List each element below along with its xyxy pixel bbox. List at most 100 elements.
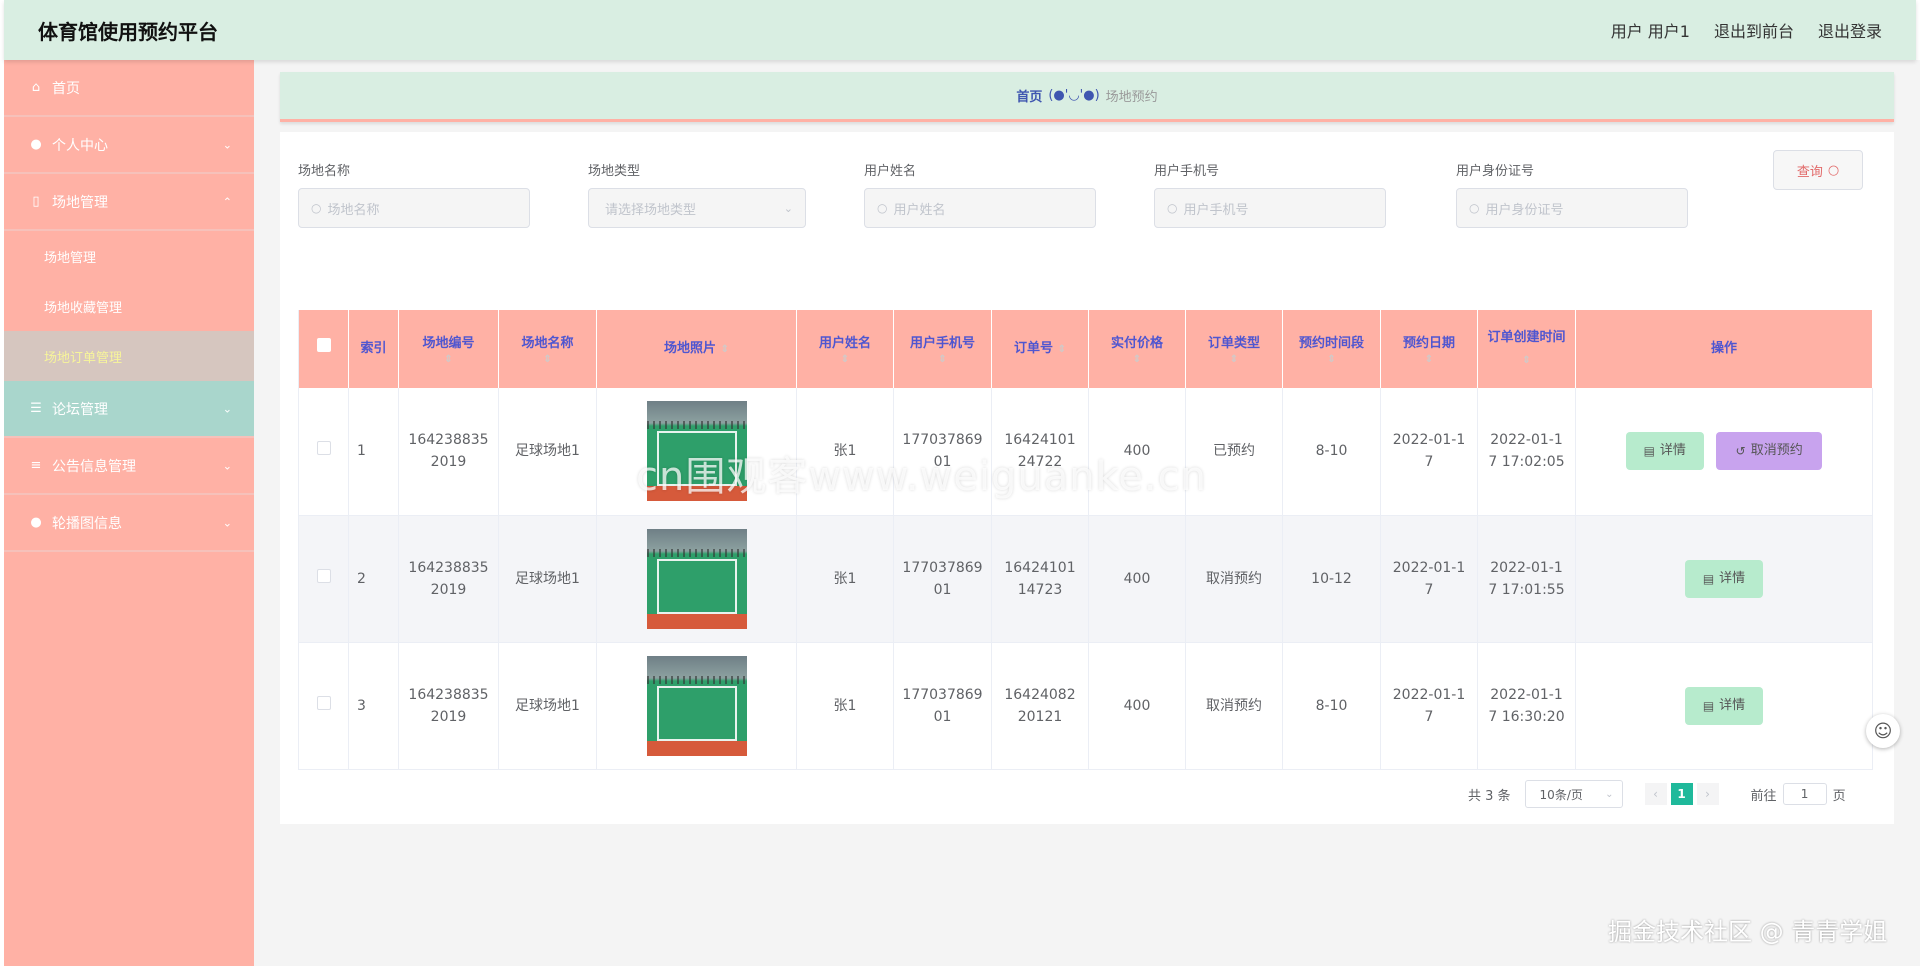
phone-icon: ▯: [32, 194, 40, 209]
user-settings-icon: ●: [30, 515, 42, 530]
top-header: 体育馆使用预约平台 用户 用户1 退出到前台 退出登录: [4, 0, 1916, 60]
total-count: 共 3 条: [1468, 788, 1511, 804]
cell-photo: [596, 515, 797, 643]
column-header-photo[interactable]: 场地照片 ⇕: [596, 310, 797, 388]
sliders-icon: ☰: [30, 401, 42, 416]
detail-button[interactable]: ▤ 详情: [1685, 559, 1763, 598]
detail-button-label: 详情: [1659, 443, 1686, 459]
app-title: 体育馆使用预约平台: [38, 19, 218, 44]
column-header-actions: 操作: [1575, 310, 1873, 388]
sidebar-item-personal[interactable]: ● 个人中心 ⌄: [4, 117, 254, 174]
column-header-label: 用户手机号: [909, 336, 975, 351]
column-header-venue-no[interactable]: 场地编号 ⇕: [398, 310, 499, 388]
sort-icon: ⇕: [1057, 343, 1066, 355]
main-area: 首页 (●'◡'●) 场地预约 场地名称 ○ 场地名称 场地类型 请选择场地类型…: [254, 60, 1920, 966]
user-icon: ●: [30, 137, 42, 152]
column-header-date[interactable]: 预约日期 ⇕: [1380, 310, 1478, 388]
list-icon: ≡: [30, 458, 42, 473]
cell-actions: ▤ 详情 ↺ 取消预约: [1575, 388, 1873, 516]
search-icon: ○: [877, 201, 888, 215]
home-icon: ⌂: [31, 80, 41, 95]
page-number-current[interactable]: 1: [1670, 783, 1693, 805]
user-id-input[interactable]: ○ 用户身份证号: [1456, 188, 1688, 228]
page-size-select[interactable]: 10条/页 ⌄: [1524, 780, 1623, 808]
row-checkbox[interactable]: [316, 695, 331, 710]
sidebar-item-notice[interactable]: ≡ 公告信息管理 ⌄: [4, 438, 254, 495]
cell-index: 1: [348, 388, 399, 516]
sidebar-item-carousel[interactable]: ● 轮播图信息 ⌄: [4, 495, 254, 552]
detail-button[interactable]: ▤ 详情: [1685, 686, 1763, 725]
logout-link[interactable]: 退出登录: [1818, 18, 1882, 42]
header-actions: 用户 用户1 退出到前台 退出登录: [1611, 18, 1882, 42]
row-checkbox[interactable]: [316, 441, 331, 456]
query-button-label: 查询: [1796, 164, 1823, 180]
chevron-down-icon: ⌄: [222, 516, 232, 529]
breadcrumb-separator: (●'◡'●): [1048, 88, 1100, 103]
chevron-down-icon: ⌄: [222, 138, 232, 151]
search-icon: ○: [311, 201, 322, 215]
to-front-link[interactable]: 退出到前台: [1714, 18, 1794, 42]
user-phone-input[interactable]: ○ 用户手机号: [1154, 188, 1386, 228]
column-header-venue-name[interactable]: 场地名称 ⇕: [498, 310, 597, 388]
chevron-up-icon: ⌃: [222, 195, 232, 208]
cell-slot: 10-12: [1282, 515, 1381, 643]
query-button[interactable]: 查询 ○: [1773, 150, 1863, 190]
user-name-placeholder: 用户姓名: [893, 202, 946, 218]
sidebar-item-label: 公告信息管理: [52, 458, 136, 475]
sidebar-item-venue[interactable]: ▯ 场地管理 ⌃: [4, 174, 254, 231]
cell-user-name: 张1: [796, 388, 894, 516]
cell-created: 2022-01-17 17:02:05: [1477, 388, 1576, 516]
column-header-price[interactable]: 实付价格 ⇕: [1088, 310, 1186, 388]
goto-prefix: 前往: [1750, 788, 1777, 804]
breadcrumb-current: 场地预约: [1105, 90, 1158, 105]
cell-slot: 8-10: [1282, 388, 1381, 516]
sidebar-item-label: 场地管理: [52, 194, 108, 211]
column-header-label: 用户姓名: [818, 336, 871, 351]
cell-user-name: 张1: [796, 642, 894, 770]
venue-type-placeholder: 请选择场地类型: [605, 202, 697, 218]
user-name-label: 用户姓名: [864, 164, 917, 179]
assistant-avatar-icon[interactable]: ☺: [1866, 714, 1900, 748]
sidebar-item-forum[interactable]: ☰ 论坛管理 ⌄: [4, 381, 254, 438]
cell-date: 2022-01-17: [1380, 388, 1478, 516]
chevron-down-icon: ⌄: [222, 402, 232, 415]
cell-price: 400: [1088, 515, 1186, 643]
column-header-order-no[interactable]: 订单号 ⇕: [991, 310, 1089, 388]
cell-venue-no: 1642388352019: [398, 388, 499, 516]
column-header-user-name[interactable]: 用户姓名 ⇕: [796, 310, 894, 388]
sort-icon: ⇕: [1424, 354, 1434, 365]
sort-icon: ⇕: [444, 354, 453, 365]
sidebar-subitem-orders[interactable]: 场地订单管理: [4, 331, 254, 381]
column-header-created[interactable]: 订单创建时间 ⇕: [1477, 310, 1576, 388]
breadcrumb-home[interactable]: 首页: [1016, 86, 1042, 105]
cell-price: 400: [1088, 388, 1186, 516]
prev-page-button[interactable]: ‹: [1644, 783, 1667, 805]
select-all-checkbox[interactable]: [316, 338, 331, 352]
venue-name-input[interactable]: ○ 场地名称: [298, 188, 530, 228]
cell-order-type: 已预约: [1185, 388, 1283, 516]
column-header-slot[interactable]: 预约时间段 ⇕: [1282, 310, 1381, 388]
cell-order-type: 取消预约: [1185, 515, 1283, 643]
cell-venue-name: 足球场地1: [498, 388, 597, 516]
cancel-reservation-button[interactable]: ↺ 取消预约: [1716, 432, 1823, 471]
detail-button[interactable]: ▤ 详情: [1625, 432, 1704, 471]
sort-icon: ⇕: [938, 354, 947, 365]
chevron-down-icon: ⌄: [783, 201, 793, 215]
column-header-user-phone[interactable]: 用户手机号 ⇕: [893, 310, 992, 388]
sidebar-item-label: 轮播图信息: [52, 515, 122, 532]
user-name-input[interactable]: ○ 用户姓名: [864, 188, 1096, 228]
sort-icon: ⇕: [840, 354, 850, 365]
sidebar-subitem-favorites[interactable]: 场地收藏管理: [4, 281, 254, 331]
sidebar-item-home[interactable]: ⌂ 首页: [4, 60, 254, 117]
column-header-order-type[interactable]: 订单类型 ⇕: [1185, 310, 1283, 388]
goto-suffix: 页: [1832, 788, 1846, 804]
orders-table: 索引 场地编号 ⇕ 场地名称 ⇕ 场地照片 ⇕ 用户姓名 ⇕ 用户手机号 ⇕ 订单号 ⇕…: [298, 310, 1873, 770]
table-header-row: 索引 场地编号 ⇕ 场地名称 ⇕ 场地照片 ⇕ 用户姓名 ⇕ 用户手机号 ⇕ 订单号 ⇕…: [298, 310, 1873, 388]
venue-type-select[interactable]: 请选择场地类型 ⌄: [588, 188, 806, 228]
next-page-button[interactable]: ›: [1696, 783, 1719, 805]
cell-index: 2: [348, 515, 399, 643]
row-checkbox[interactable]: [316, 568, 331, 583]
goto-page-input[interactable]: 1: [1782, 783, 1827, 805]
cell-user-name: 张1: [796, 515, 894, 643]
sidebar-subitem-venue[interactable]: 场地管理: [4, 231, 254, 281]
